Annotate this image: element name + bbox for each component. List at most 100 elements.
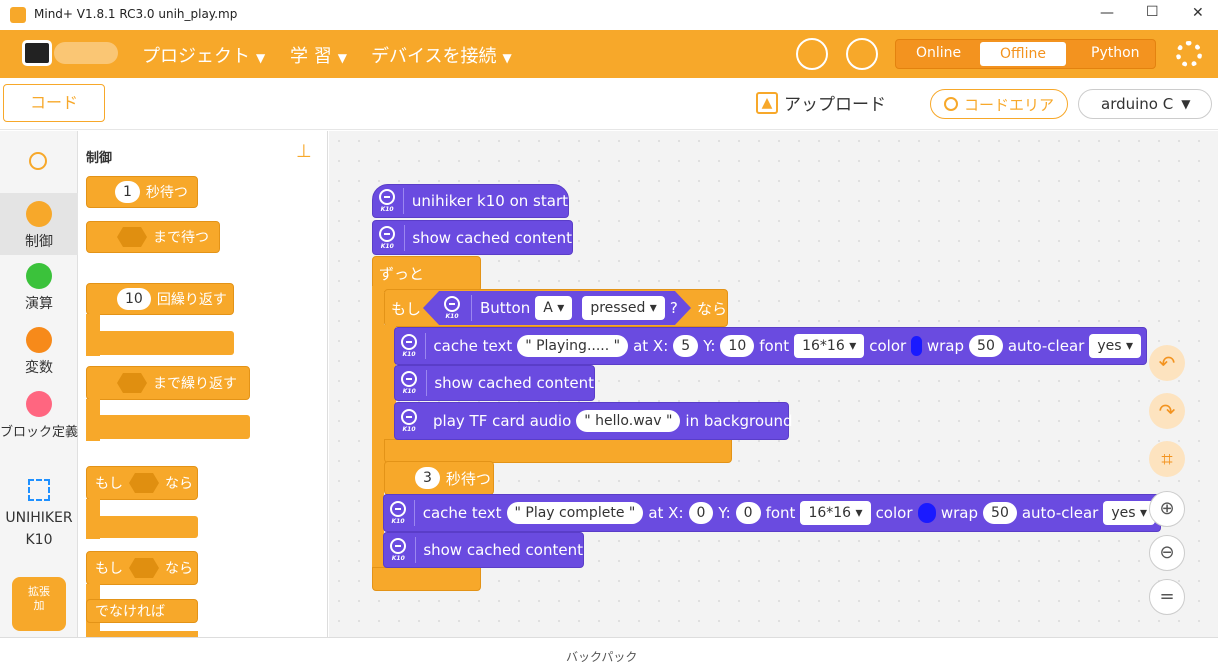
cache-text-label: cache text	[433, 337, 513, 355]
wait-label: 秒待つ	[145, 185, 188, 201]
menu-connect[interactable]: デバイスを接続 ▼	[371, 42, 512, 68]
cache-text-block-2[interactable]: K10 cache text " Play complete " at X: 0…	[383, 494, 1161, 532]
extension-button[interactable]: 拡張 加	[12, 577, 66, 631]
palette-wait-block[interactable]: 1 秒待つ	[86, 176, 198, 208]
repeat-value[interactable]: 10	[117, 288, 151, 310]
code-area-button[interactable]: コードエリア	[930, 89, 1068, 119]
wrap-input[interactable]: 50	[983, 502, 1017, 524]
x-input[interactable]: 5	[673, 335, 699, 357]
show-cached-block-1[interactable]: K10 show cached content	[372, 220, 573, 255]
auto-clear-select[interactable]: yes ▾	[1089, 334, 1141, 358]
palette-wait-until-block[interactable]: まで待つ	[86, 221, 220, 253]
crop-icon[interactable]: ⌗	[1149, 441, 1185, 477]
button-select[interactable]: A ▾	[535, 296, 573, 320]
color-swatch[interactable]	[917, 503, 936, 523]
variables-dot-icon	[26, 327, 52, 353]
audio-file-input[interactable]: " hello.wav "	[576, 410, 681, 432]
palette-if-else-block[interactable]: もし なら	[86, 551, 198, 585]
redo-icon[interactable]: ↷	[1149, 393, 1185, 429]
y-input[interactable]: 0	[735, 502, 761, 524]
zoom-reset-icon[interactable]: =	[1149, 579, 1185, 615]
category-variables[interactable]: 変数	[0, 327, 78, 377]
upload-icon: ▲	[756, 91, 778, 114]
text-input[interactable]: " Playing..... "	[517, 335, 629, 357]
play-audio-block[interactable]: K10 play TF card audio " hello.wav " in …	[394, 402, 793, 440]
color-swatch[interactable]	[911, 336, 922, 356]
wait-until-label: まで待つ	[153, 230, 209, 246]
font-select[interactable]: 16*16 ▾	[794, 334, 865, 358]
mode-python[interactable]: Python	[1091, 45, 1140, 61]
color-label: color	[875, 504, 913, 522]
palette-if-block[interactable]: もし なら	[86, 466, 198, 500]
k10-icon: K10	[401, 332, 417, 360]
palette-else-label-row: でなければ	[86, 599, 198, 623]
zoom-out-icon[interactable]: ⊖	[1149, 535, 1185, 571]
menu-project[interactable]: プロジェクト ▼	[142, 42, 265, 68]
category-unihiker-k10[interactable]: UNIHIKER K10	[0, 479, 78, 551]
settings-gear-icon[interactable]	[1176, 41, 1202, 67]
k10-icon: K10	[441, 294, 463, 322]
if-label: もし	[391, 300, 422, 318]
logo-wordmark	[54, 42, 118, 64]
then-label: なら	[165, 476, 193, 492]
category-operators[interactable]: 演算	[0, 263, 78, 313]
script-canvas[interactable]: ずっと もし なら K10 Button A ▾ pressed ▾ ? K10…	[329, 131, 1218, 637]
if-label: もし	[95, 561, 123, 577]
backpack-bar[interactable]: バックパック	[0, 637, 1218, 668]
wait-input[interactable]: 3	[415, 467, 440, 489]
y-input[interactable]: 10	[720, 335, 755, 357]
if-footer	[86, 516, 198, 538]
undo-icon[interactable]: ↶	[1149, 345, 1185, 381]
auto-clear-select[interactable]: yes ▾	[1103, 501, 1155, 525]
x-input[interactable]: 0	[688, 502, 714, 524]
show-cached-block-3[interactable]: K10 show cached content	[383, 532, 584, 568]
edit-icon-button[interactable]	[846, 38, 878, 70]
k10-icon: K10	[390, 499, 406, 527]
pressed-select[interactable]: pressed ▾	[582, 296, 665, 320]
palette-repeat-until-block[interactable]: まで繰り返す	[86, 366, 250, 400]
chip-icon	[28, 479, 50, 501]
code-button[interactable]: コード	[3, 84, 105, 122]
then-label: なら	[165, 561, 193, 577]
caret-down-icon: ▼	[1181, 97, 1191, 111]
wait-value[interactable]: 1	[115, 181, 140, 203]
mind-icon-button[interactable]	[796, 38, 828, 70]
menu-project-label: プロジェクト	[142, 46, 250, 67]
pin-icon[interactable]: ⊥	[296, 141, 312, 162]
wrap-input[interactable]: 50	[969, 335, 1003, 357]
if-footer	[384, 439, 732, 463]
category-control[interactable]: 制御	[0, 193, 78, 255]
palette-repeat-block[interactable]: 10 回繰り返す	[86, 283, 234, 315]
font-select[interactable]: 16*16 ▾	[800, 501, 871, 525]
category-my-blocks[interactable]: ブロック定義	[0, 391, 78, 440]
condition-slot	[129, 473, 159, 493]
at-x-label: at X:	[633, 337, 669, 355]
board-select[interactable]: arduino C ▼	[1078, 89, 1212, 119]
show-cached-label: show cached content	[434, 374, 594, 392]
show-cached-block-2[interactable]: K10 show cached content	[394, 365, 595, 401]
upload-button[interactable]: ▲ アップロード	[756, 90, 886, 115]
k10-icon: K10	[379, 224, 396, 252]
minimize-button[interactable]: —	[1100, 5, 1114, 21]
mode-offline[interactable]: Offline	[980, 42, 1066, 66]
menu-learn[interactable]: 学 習 ▼	[290, 42, 347, 68]
block-palette: 制御 ⊥ 1 秒待つ まで待つ 10 回繰り返す まで繰り返す もし なら もし なら …	[78, 131, 328, 637]
category-label: ブロック定義	[0, 425, 79, 440]
app-logo-icon	[10, 7, 26, 23]
condition-slot	[117, 373, 147, 393]
search-icon[interactable]	[29, 152, 47, 170]
my-blocks-dot-icon	[26, 391, 52, 417]
maximize-button[interactable]: ☐	[1146, 4, 1159, 20]
text-input[interactable]: " Play complete "	[506, 502, 644, 524]
wait-label: 秒待つ	[445, 469, 491, 488]
robot-icon	[22, 40, 52, 66]
close-button[interactable]: ✕	[1192, 5, 1204, 21]
cache-text-block-1[interactable]: K10 cache text " Playing..... " at X: 5 …	[394, 327, 1147, 365]
wait-block[interactable]: 3 秒待つ	[384, 461, 494, 495]
cache-text-label: cache text	[422, 504, 502, 522]
zoom-in-icon[interactable]: ⊕	[1149, 491, 1185, 527]
mode-online[interactable]: Online	[916, 45, 961, 61]
y-label: Y:	[718, 504, 731, 522]
k10-on-start-block[interactable]: K10 unihiker k10 on start	[372, 184, 569, 218]
at-x-label: at X:	[648, 504, 684, 522]
